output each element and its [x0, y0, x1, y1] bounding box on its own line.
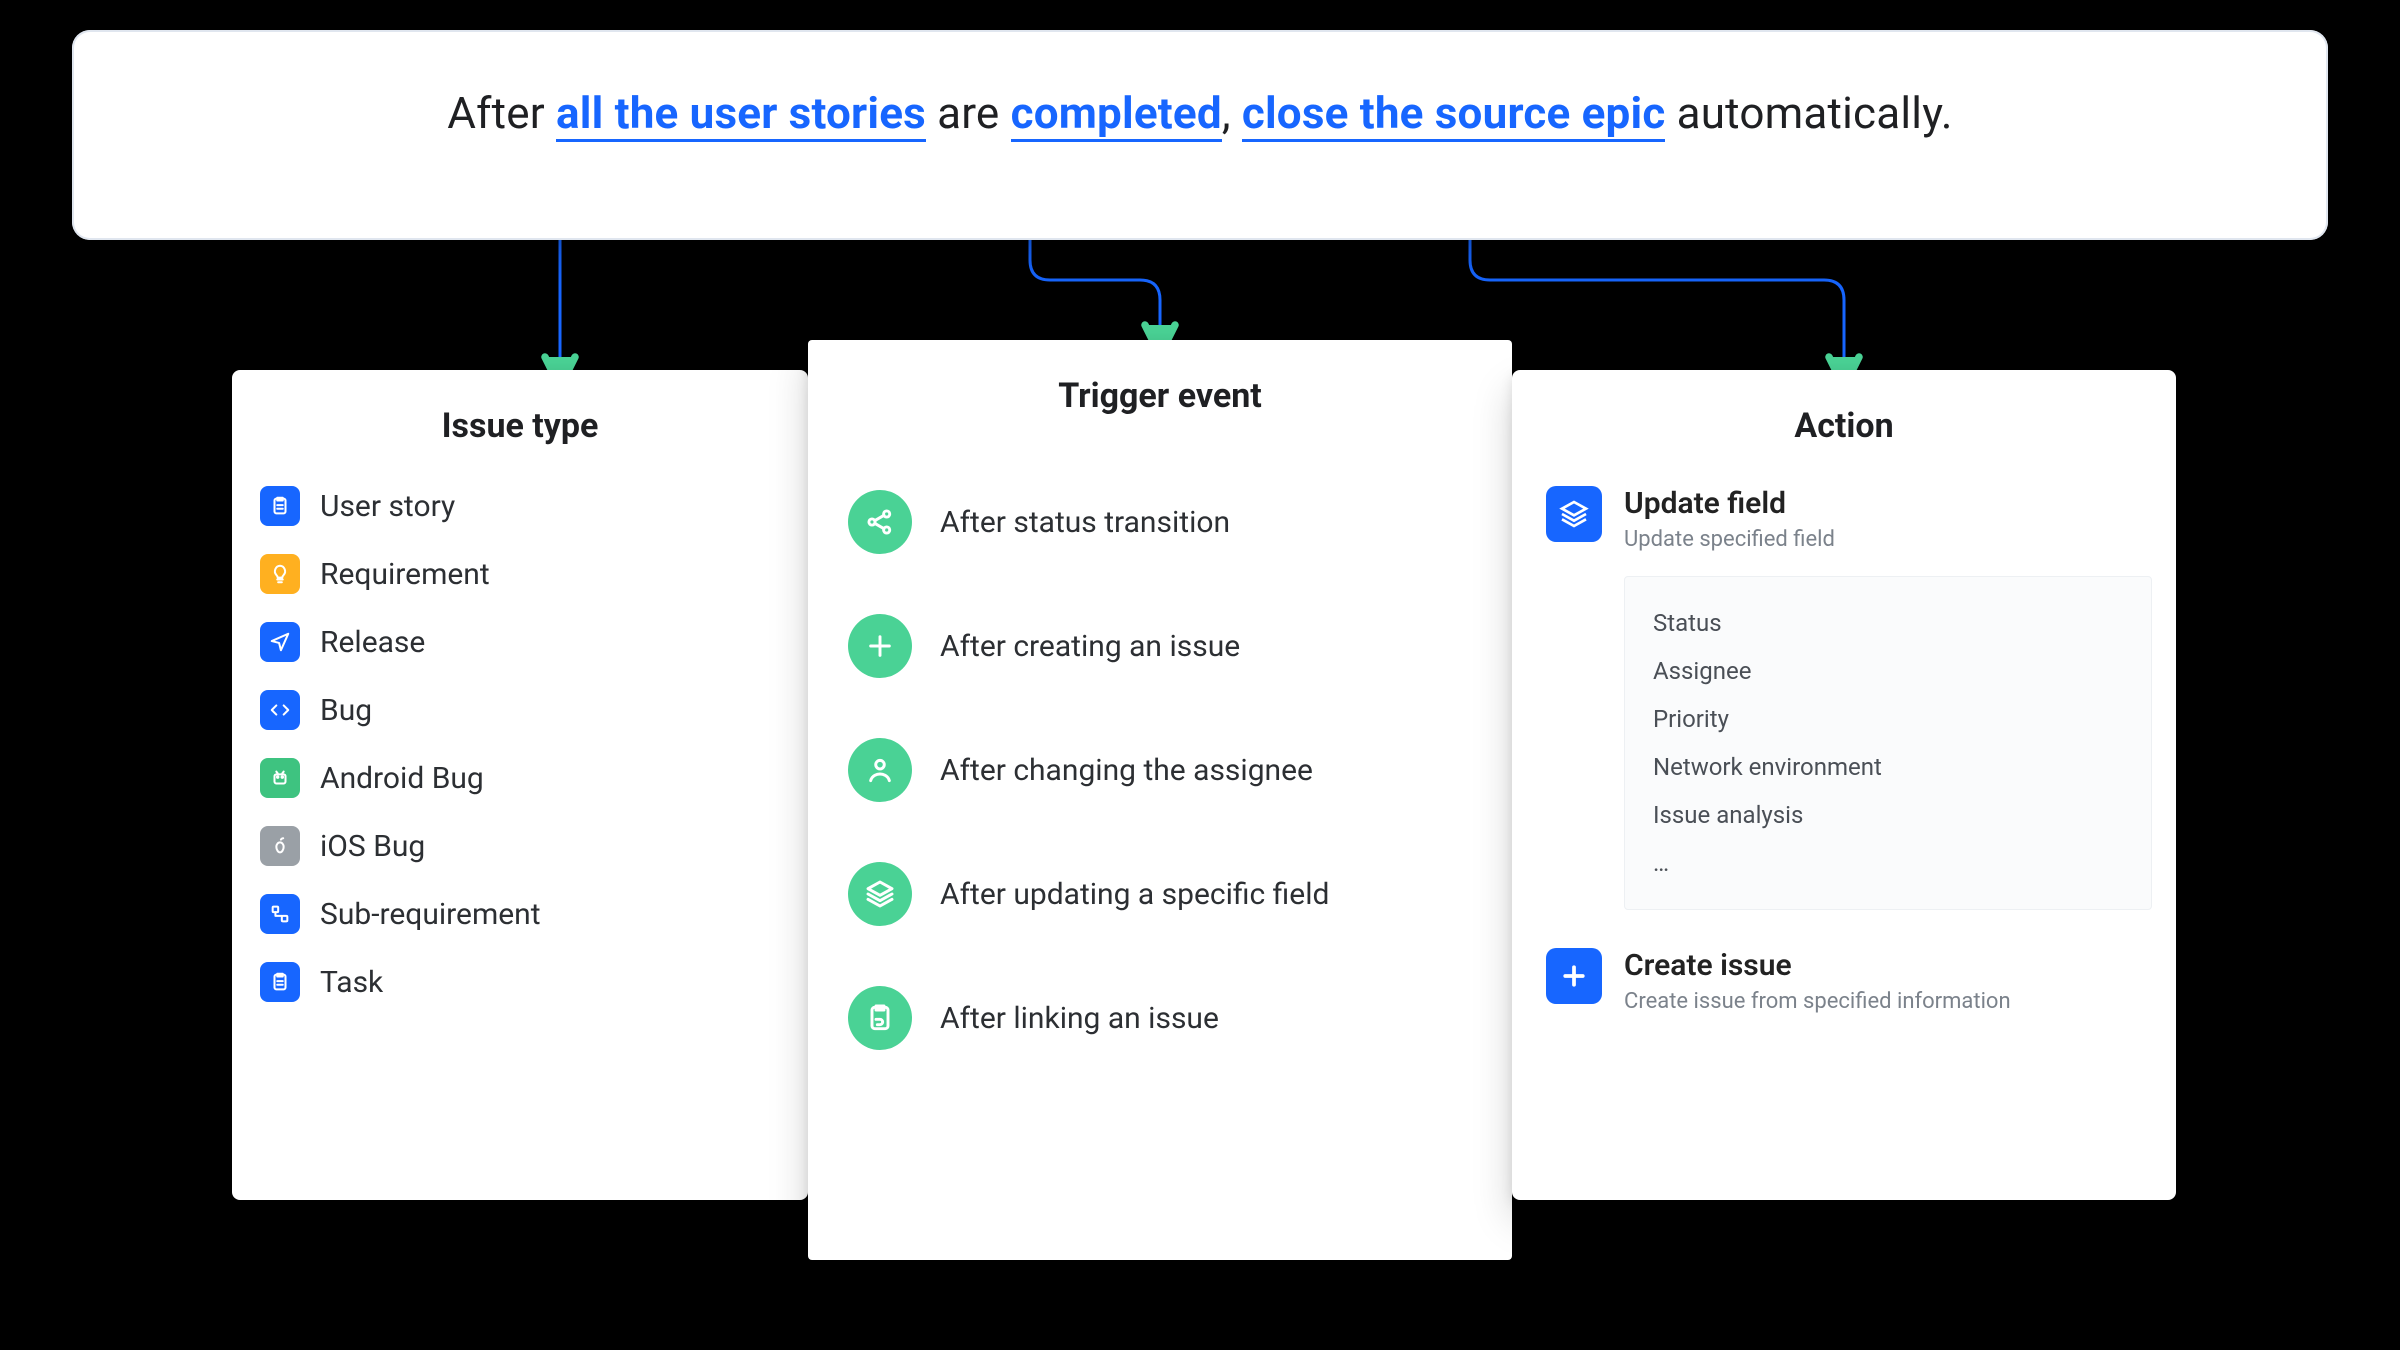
issue-type-label: Android Bug: [320, 761, 484, 796]
issue-type-item[interactable]: Sub-requirement: [260, 880, 780, 948]
trigger-event-item[interactable]: After status transition: [848, 460, 1472, 584]
issue-type-list: User story Requirement Release Bug Andro…: [232, 466, 808, 1016]
clipboard-icon: [260, 486, 300, 526]
trigger-event-label: After status transition: [940, 505, 1230, 540]
share-icon: [848, 490, 912, 554]
issue-type-label: Sub-requirement: [320, 897, 541, 932]
layers-icon: [848, 862, 912, 926]
action-panel: Action Update field Update specified fie…: [1512, 370, 2176, 1200]
action-create-block[interactable]: Create issue Create issue from specified…: [1512, 932, 2176, 1022]
send-icon: [260, 622, 300, 662]
trigger-event-list: After status transition After creating a…: [808, 436, 1512, 1080]
trigger-event-item[interactable]: After changing the assignee: [848, 708, 1472, 832]
action-update-field[interactable]: Issue analysis: [1653, 791, 2123, 839]
sentence-seg: After: [447, 87, 556, 139]
clipboard-link-icon: [848, 986, 912, 1050]
issue-type-label: iOS Bug: [320, 829, 425, 864]
action-update-field[interactable]: Priority: [1653, 695, 2123, 743]
issue-type-item[interactable]: Release: [260, 608, 780, 676]
trigger-event-label: After creating an issue: [940, 629, 1240, 664]
trigger-event-item[interactable]: After linking an issue: [848, 956, 1472, 1080]
action-update-title: Update field: [1624, 486, 1835, 521]
action-create-sub: Create issue from specified information: [1624, 989, 2011, 1014]
action-update-fields: StatusAssigneePriorityNetwork environmen…: [1624, 576, 2152, 910]
trigger-event-label: After linking an issue: [940, 1001, 1219, 1036]
issue-type-panel: Issue type User story Requirement Releas…: [232, 370, 808, 1200]
action-update-block[interactable]: Update field Update specified field Stat…: [1512, 466, 2176, 910]
action-update-field[interactable]: Network environment: [1653, 743, 2123, 791]
action-update-field[interactable]: …: [1653, 839, 2123, 887]
sentence-text: After all the user stories are completed…: [447, 86, 1952, 141]
issue-type-label: Bug: [320, 693, 372, 728]
issue-type-item[interactable]: iOS Bug: [260, 812, 780, 880]
lightbulb-icon: [260, 554, 300, 594]
issue-type-item[interactable]: Requirement: [260, 540, 780, 608]
subtree-icon: [260, 894, 300, 934]
android-icon: [260, 758, 300, 798]
highlight-completed: completed: [1011, 87, 1222, 142]
issue-type-label: User story: [320, 489, 455, 524]
sentence-card: After all the user stories are completed…: [72, 30, 2328, 240]
diagram-stage: After all the user stories are completed…: [0, 0, 2400, 1350]
issue-type-title: Issue type: [232, 370, 808, 466]
trigger-event-item[interactable]: After updating a specific field: [848, 832, 1472, 956]
highlight-user-stories: all the user stories: [556, 87, 926, 142]
trigger-event-item[interactable]: After creating an issue: [848, 584, 1472, 708]
issue-type-label: Task: [320, 965, 383, 1000]
plus-square-icon: [1546, 948, 1602, 1004]
clipboard-icon: [260, 962, 300, 1002]
issue-type-item[interactable]: Android Bug: [260, 744, 780, 812]
code-icon: [260, 690, 300, 730]
trigger-event-title: Trigger event: [808, 340, 1512, 436]
trigger-event-label: After updating a specific field: [940, 877, 1329, 912]
sentence-seg: automatically.: [1677, 87, 1953, 139]
trigger-event-panel: Trigger event After status transition Af…: [808, 340, 1512, 1260]
plus-icon: [848, 614, 912, 678]
issue-type-label: Release: [320, 625, 425, 660]
action-update-sub: Update specified field: [1624, 527, 1835, 552]
action-create-title: Create issue: [1624, 948, 2011, 983]
issue-type-label: Requirement: [320, 557, 490, 592]
user-icon: [848, 738, 912, 802]
sentence-seg: are: [937, 87, 1010, 139]
sentence-seg: ,: [1222, 87, 1242, 139]
trigger-event-label: After changing the assignee: [940, 753, 1313, 788]
action-update-field[interactable]: Status: [1653, 599, 2123, 647]
apple-icon: [260, 826, 300, 866]
action-title: Action: [1512, 370, 2176, 466]
issue-type-item[interactable]: Task: [260, 948, 780, 1016]
issue-type-item[interactable]: Bug: [260, 676, 780, 744]
issue-type-item[interactable]: User story: [260, 472, 780, 540]
layers-icon: [1546, 486, 1602, 542]
highlight-close-epic: close the source epic: [1242, 87, 1666, 142]
action-update-field[interactable]: Assignee: [1653, 647, 2123, 695]
